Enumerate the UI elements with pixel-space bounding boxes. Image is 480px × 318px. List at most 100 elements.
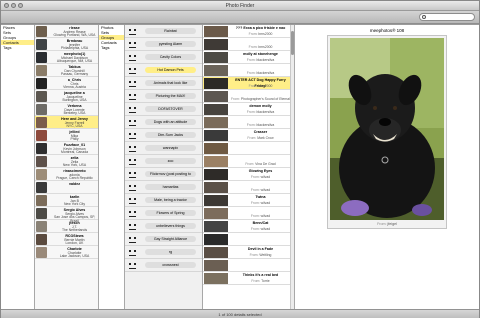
contact-row[interactable]: jtesch J.T. The Netherlands — [35, 220, 98, 233]
group-row[interactable]: wannapix — [125, 142, 202, 155]
group-row[interactable]: pyesting Alarm — [125, 38, 202, 51]
group-row[interactable]: Gay Straight Alliance — [125, 233, 202, 246]
photo-row[interactable]: Benn/Cat From: wilvad — [203, 220, 294, 233]
group-label: Flickrmov (post posting to — [145, 171, 196, 177]
photo-row[interactable] — [203, 233, 294, 246]
photo-row[interactable]: From: Photographer's Sound of Eternal — [203, 90, 294, 103]
photo-row[interactable]: From: bms2000 — [203, 38, 294, 51]
photo-thumbnail[interactable] — [204, 65, 228, 76]
group-row[interactable]: zoo — [125, 155, 202, 168]
contact-row[interactable]: karlin Jan B New York City — [35, 194, 98, 207]
contact-row[interactable]: jellied Mika Philly — [35, 129, 98, 142]
group-icon — [128, 196, 137, 205]
contact-row[interactable]: zelia Zelia New York, USA — [35, 155, 98, 168]
group-row[interactable]: crowsnest — [125, 259, 202, 272]
contact-row[interactable]: Brmbeau jennifer Philadelphia, USA — [35, 38, 98, 51]
photo-thumbnail[interactable] — [204, 52, 228, 63]
group-row[interactable]: Dogs with an attitude — [125, 116, 202, 129]
photo-row[interactable]: From: wilvad — [203, 207, 294, 220]
group-icon — [128, 222, 137, 231]
photo-thumbnail[interactable] — [204, 156, 228, 167]
photo-row[interactable]: Crasser From: Mark Crow — [203, 129, 294, 142]
group-label: Male, being a tractor — [145, 197, 196, 203]
dog-photo[interactable] — [330, 38, 444, 220]
group-row[interactable]: Flickrmov (post posting to — [125, 168, 202, 181]
contact-row[interactable]: RCOStews Bernie Martin London, UK — [35, 233, 98, 246]
photo-row[interactable]: From: blackersilva — [203, 64, 294, 77]
contact-row[interactable]: Fuzzface_01 Kevin Johnson Montreal, Canad… — [35, 142, 98, 155]
avatar — [36, 182, 47, 193]
mouth-icon — [129, 254, 136, 256]
photo-thumbnail[interactable] — [204, 247, 228, 258]
group-row[interactable]: rg — [125, 246, 202, 259]
photo-row[interactable]: demon molly From: blackersilva — [203, 103, 294, 116]
minimize-window-button[interactable] — [11, 3, 16, 8]
group-row[interactable]: unbelievers things — [125, 220, 202, 233]
contact-row[interactable]: valdez — [35, 181, 98, 194]
photo-row[interactable]: ENTER ACT Dog Happy Furry Friday! From: b… — [203, 77, 294, 90]
photo-row[interactable]: From: Vina De Grad — [203, 155, 294, 168]
group-row[interactable]: Cavity Colors — [125, 51, 202, 64]
group-row[interactable]: DOFASTOVER — [125, 103, 202, 116]
contact-row[interactable]: meephoto(1) Michael Davidson Albuquerque,… — [35, 51, 98, 64]
photo-from-label: From: — [247, 136, 258, 140]
photo-row[interactable]: From: blackersilva — [203, 116, 294, 129]
photo-thumbnail[interactable] — [204, 234, 228, 245]
photo-row[interactable]: Devil in a Fade From: Weitling — [203, 246, 294, 259]
photo-row[interactable]: Twina From: wilvad — [203, 194, 294, 207]
zoom-window-button[interactable] — [18, 3, 23, 8]
detail-from-value[interactable]: jfeigel — [388, 222, 397, 226]
close-window-button[interactable] — [4, 3, 9, 8]
search-icon — [422, 15, 426, 19]
scrollbar-knob[interactable] — [291, 31, 294, 55]
photo-thumbnail[interactable] — [204, 78, 228, 89]
group-row[interactable]: Rainbat — [125, 25, 202, 38]
contact-row[interactable]: Here and Jenny Jenny Farrell NYC, USA — [35, 116, 98, 129]
photo-thumbnail[interactable] — [204, 39, 228, 50]
group-row[interactable]: hamartias — [125, 181, 202, 194]
contact-row[interactable]: Charlote Charlotte Lake Jackson, USA — [35, 246, 98, 259]
contact-row[interactable]: a_Chris Chris Vienna, Austria — [35, 77, 98, 90]
group-row[interactable]: Male, being a tractor — [125, 194, 202, 207]
group-row[interactable]: Animals that look like — [125, 77, 202, 90]
contact-row[interactable]: rinascimento adonia Prague, Czech Republi… — [35, 168, 98, 181]
photo-thumbnail[interactable] — [204, 169, 228, 180]
category-item[interactable]: Tags — [99, 45, 124, 50]
photo-thumbnail[interactable] — [204, 143, 228, 154]
group-label: unbelievers things — [145, 223, 196, 229]
photo-row[interactable] — [203, 142, 294, 155]
group-icon — [128, 105, 137, 114]
photo-row[interactable]: Glowing Eyes From: wilvad — [203, 168, 294, 181]
photo-thumbnail[interactable] — [204, 221, 228, 232]
photo-thumbnail[interactable] — [204, 182, 228, 193]
contact-location: Jacqueline Burlington, USA — [62, 95, 87, 103]
photo-row[interactable] — [203, 259, 294, 272]
photo-thumbnail[interactable] — [204, 104, 228, 115]
group-row[interactable]: Picturing the MAX! — [125, 90, 202, 103]
photo-row[interactable]: ??? Exxa a pico frisbie e nao From: bms20… — [203, 25, 294, 38]
search-input[interactable] — [419, 13, 475, 21]
group-row[interactable]: Flowers of Spring — [125, 207, 202, 220]
group-row[interactable]: Dim-Sum Jacks — [125, 129, 202, 142]
photo-thumbnail[interactable] — [204, 130, 228, 141]
group-icon — [128, 40, 137, 49]
photo-thumbnail[interactable] — [204, 26, 228, 37]
contact-row[interactable]: Sergio Alves Sergio Alves San Jose dos Ca… — [35, 207, 98, 223]
group-row[interactable]: Hot Damon Pets — [125, 64, 202, 77]
contact-row[interactable]: rlease Andrew Rease Glowing Portland, WA,… — [35, 25, 98, 38]
photo-thumbnail[interactable] — [204, 260, 228, 271]
photo-thumbnail[interactable] — [204, 195, 228, 206]
source-item[interactable]: Tags — [1, 45, 34, 50]
photo-thumbnail[interactable] — [204, 117, 228, 128]
group-icon — [128, 27, 137, 36]
contact-row[interactable]: jacqueline a Jacqueline Burlington, USA — [35, 90, 98, 103]
contact-row[interactable]: Tabkus Dan Churchill Passau, Germany — [35, 64, 98, 77]
photo-thumbnail[interactable] — [204, 91, 228, 102]
photo-thumbnail[interactable] — [204, 273, 228, 284]
photo-row[interactable]: molly at stonehenge From: blackersilva — [203, 51, 294, 64]
photos-scrollbar[interactable] — [290, 25, 294, 310]
photo-thumbnail[interactable] — [204, 208, 228, 219]
photo-row[interactable]: Thinks it's a real bed From: Torrie — [203, 272, 294, 285]
contact-row[interactable]: Verbena Dave Lorente Berkeley, USA — [35, 103, 98, 116]
photo-row[interactable]: From: wilvad — [203, 181, 294, 194]
